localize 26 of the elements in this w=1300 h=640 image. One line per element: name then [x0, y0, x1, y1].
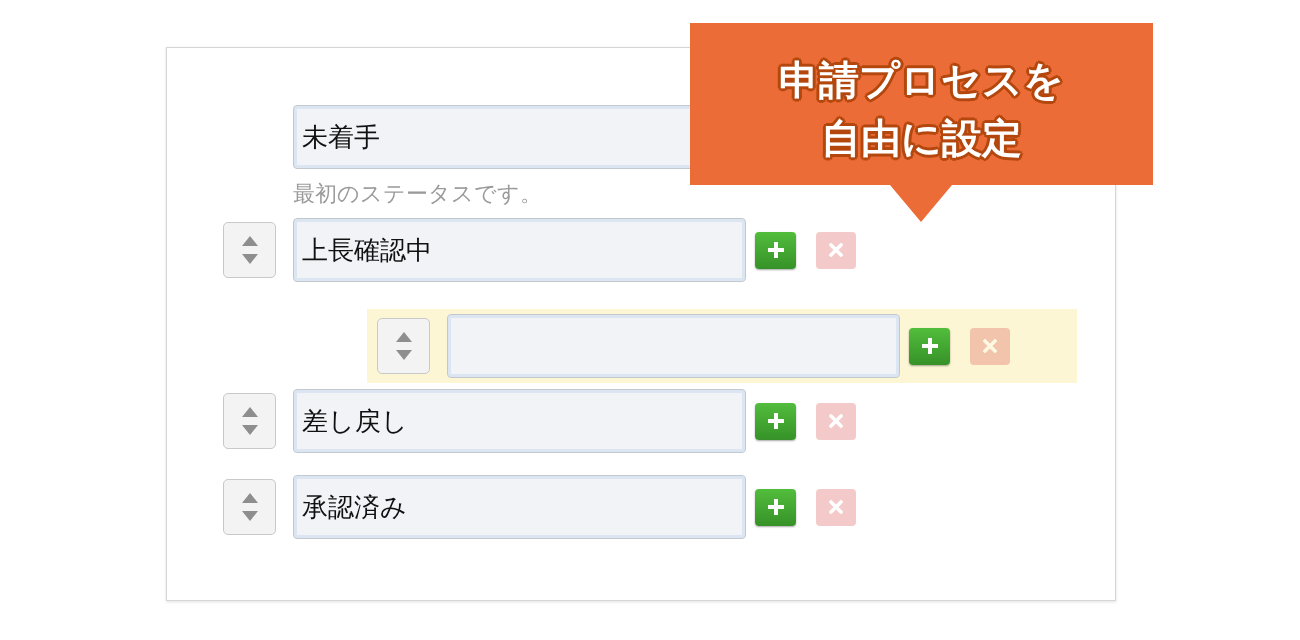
- callout-text: 申請プロセスを 自由に設定: [779, 57, 1064, 162]
- add-button[interactable]: [909, 327, 950, 365]
- sort-handle[interactable]: [377, 318, 430, 374]
- status-field[interactable]: 承認済み: [293, 475, 746, 539]
- sort-handle[interactable]: [223, 479, 276, 535]
- sort-arrows-icon: [241, 407, 258, 435]
- sort-arrows-icon: [241, 493, 258, 521]
- plus-icon: [767, 499, 784, 515]
- sort-arrows-icon: [241, 236, 258, 264]
- plus-icon: [921, 338, 938, 354]
- status-field[interactable]: 差し戻し: [293, 389, 746, 453]
- cross-icon: [983, 339, 997, 353]
- sort-handle[interactable]: [223, 222, 276, 278]
- add-button[interactable]: [755, 488, 796, 526]
- hint-text: 最初のステータスです。: [293, 181, 542, 207]
- plus-icon: [767, 413, 784, 429]
- plus-icon: [767, 242, 784, 258]
- cross-icon: [829, 500, 843, 514]
- status-field[interactable]: 上長確認中: [293, 218, 746, 282]
- sort-arrows-icon: [395, 332, 412, 360]
- status-field[interactable]: [447, 314, 900, 378]
- cross-icon: [829, 243, 843, 257]
- add-button[interactable]: [755, 231, 796, 269]
- sort-handle[interactable]: [223, 393, 276, 449]
- cross-icon: [829, 414, 843, 428]
- add-button[interactable]: [755, 402, 796, 440]
